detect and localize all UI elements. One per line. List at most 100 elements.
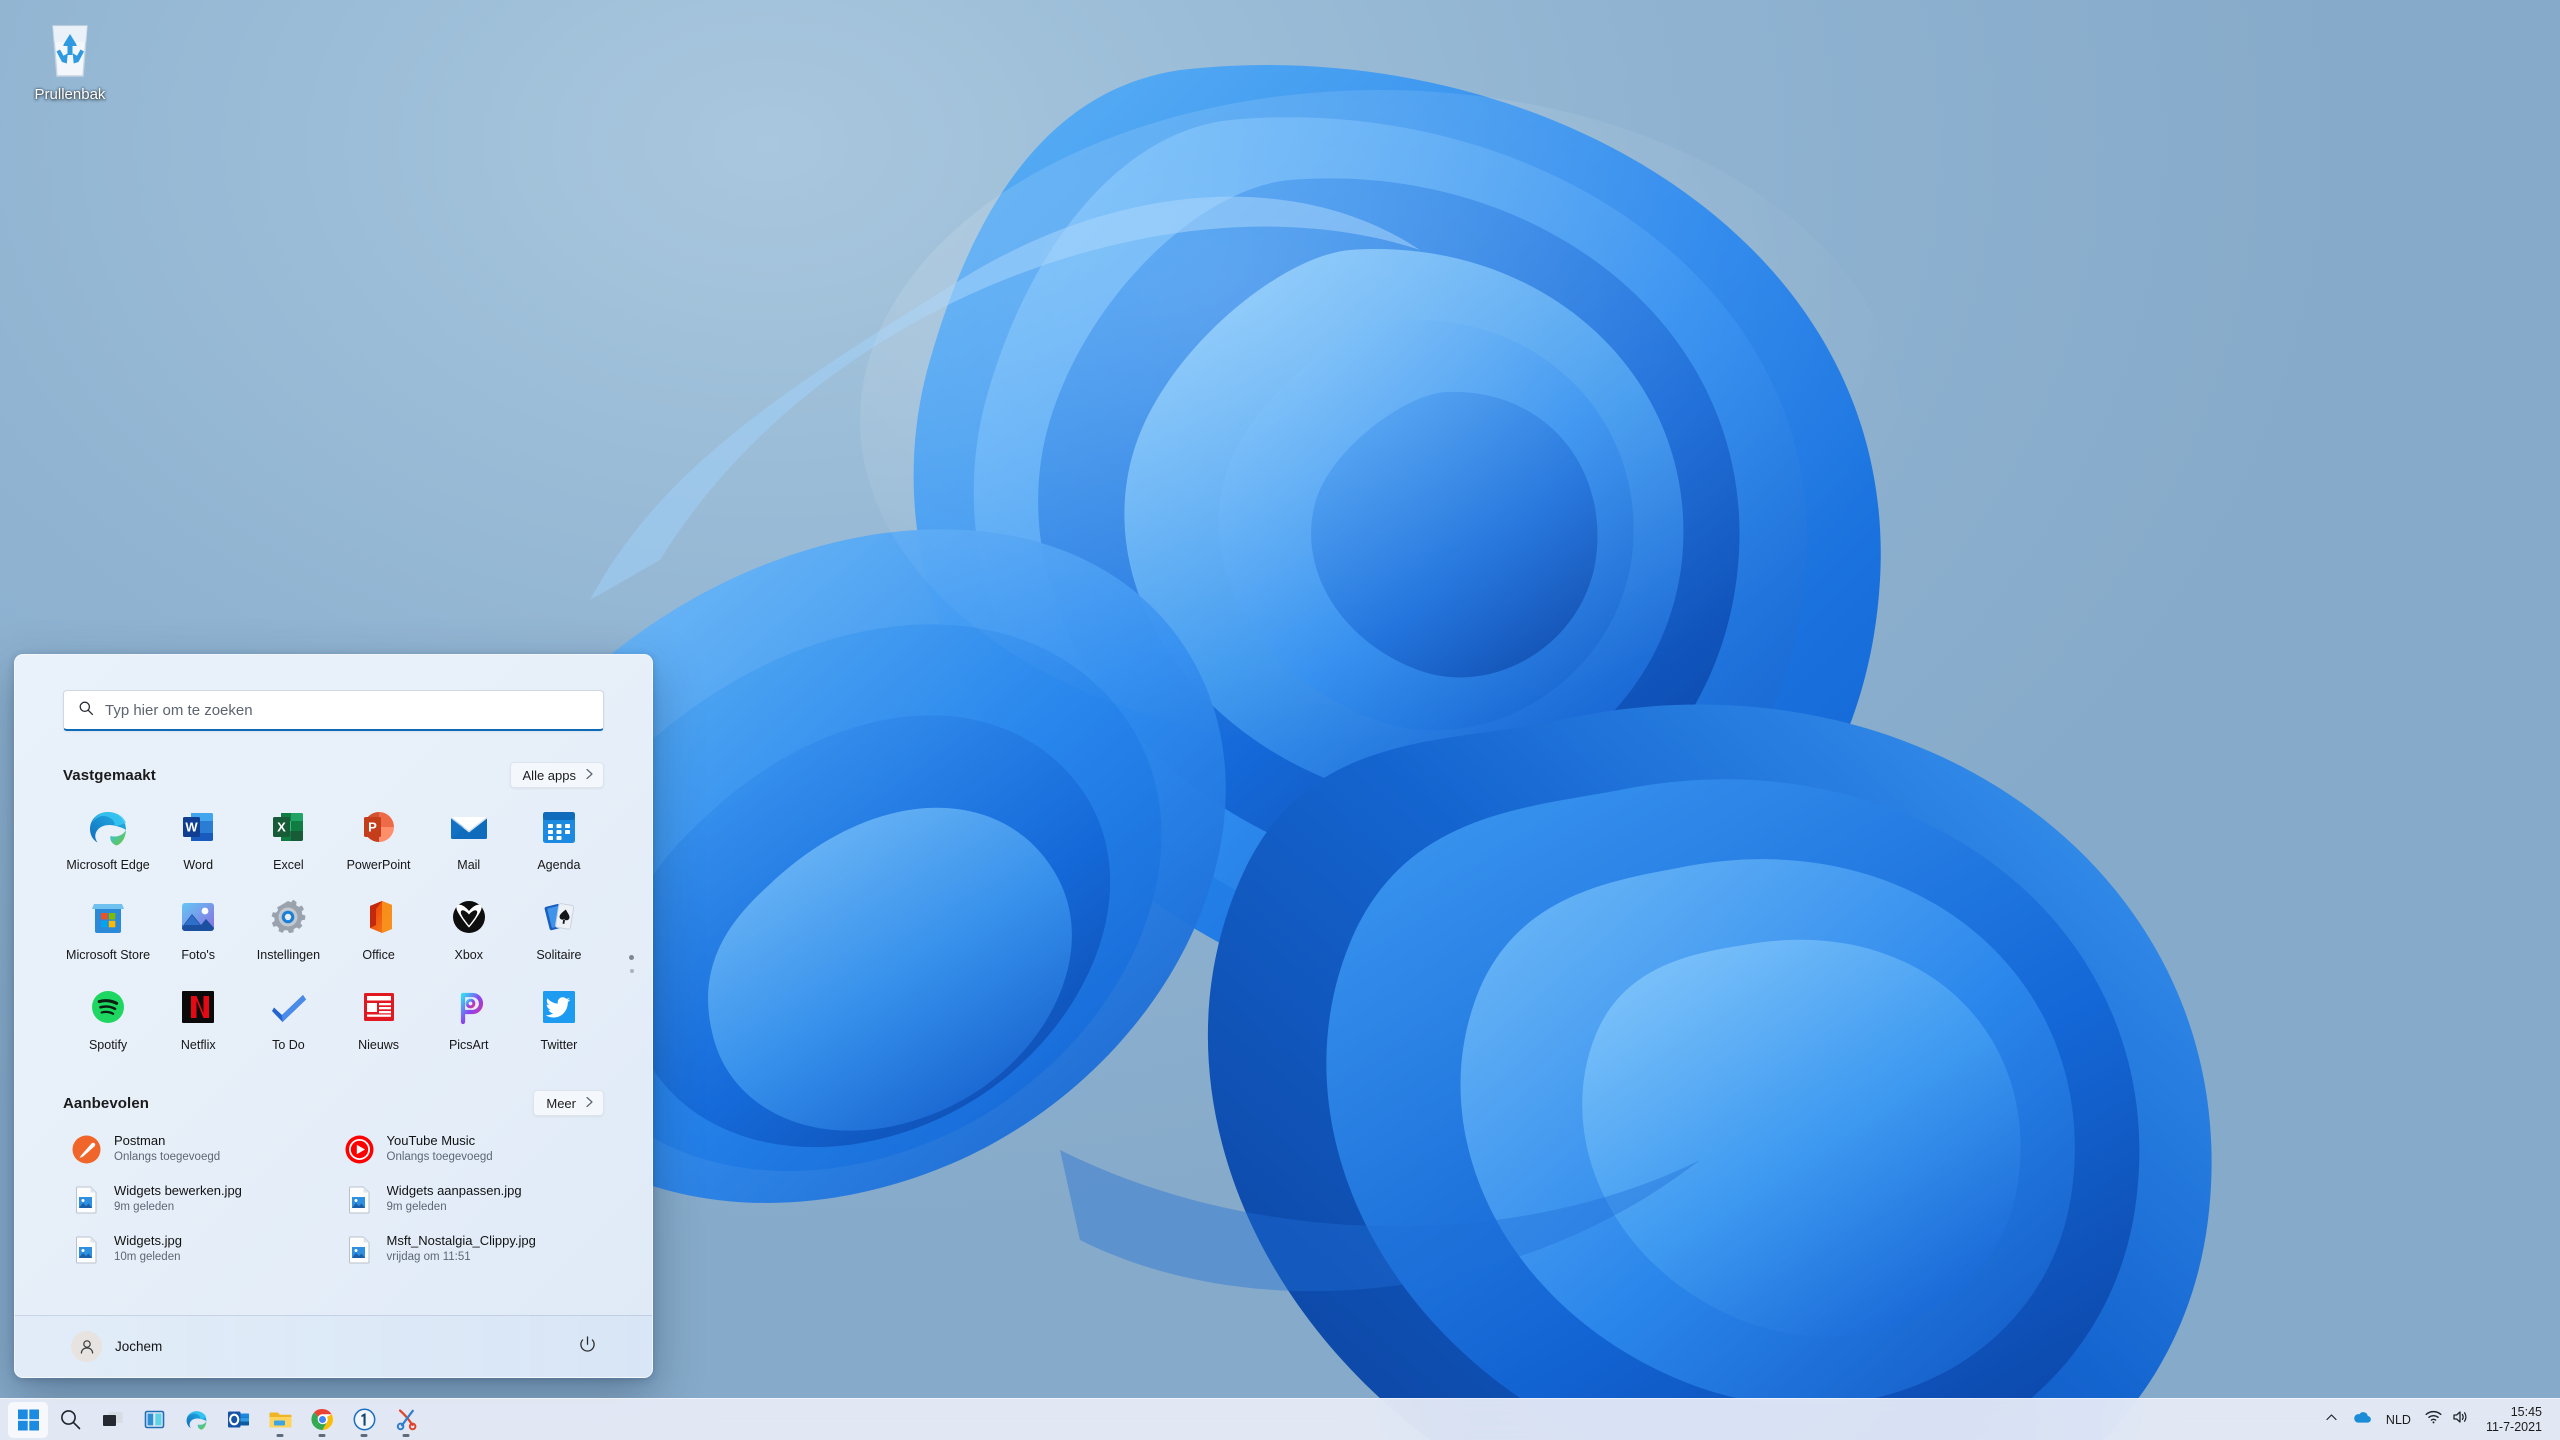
- file-explorer-icon: [268, 1407, 293, 1432]
- pinned-app-nieuws[interactable]: Nieuws: [333, 974, 423, 1060]
- svg-text:X: X: [278, 820, 287, 835]
- running-indicator: [319, 1434, 326, 1437]
- search-input-placeholder[interactable]: Typ hier om te zoeken: [105, 702, 253, 719]
- news-icon: [356, 984, 402, 1030]
- pinned-apps-grid: Microsoft Edge W Word: [63, 794, 604, 1060]
- power-button[interactable]: [570, 1330, 604, 1364]
- person-avatar-icon: [71, 1331, 102, 1362]
- page-dot-active[interactable]: [629, 955, 634, 960]
- start-search-area: Typ hier om te zoeken: [63, 655, 604, 731]
- speaker-icon: [2452, 1410, 2469, 1429]
- taskbar-chrome-button[interactable]: [302, 1402, 342, 1438]
- recommended-item-subtitle: 9m geleden: [387, 1200, 522, 1215]
- start-search-box[interactable]: Typ hier om te zoeken: [63, 690, 604, 731]
- start-menu-body: Typ hier om te zoeken Vastgemaakt Alle a…: [15, 655, 652, 1315]
- excel-icon: X: [265, 804, 311, 850]
- start-menu-panel: Typ hier om te zoeken Vastgemaakt Alle a…: [14, 654, 653, 1378]
- svg-text:P: P: [368, 820, 377, 835]
- pinned-app-microsoft-store[interactable]: Microsoft Store: [63, 884, 153, 970]
- recommended-item-subtitle: Onlangs toegevoegd: [387, 1150, 493, 1165]
- recommended-item-youtube-music[interactable]: YouTube Music Onlangs toegevoegd: [336, 1125, 605, 1173]
- chevron-right-icon: [585, 768, 594, 783]
- pinned-app-spotify[interactable]: Spotify: [63, 974, 153, 1060]
- postman-icon: [71, 1134, 102, 1165]
- settings-gear-icon: [265, 894, 311, 940]
- running-indicator: [403, 1434, 410, 1437]
- recommended-item-widgets[interactable]: Widgets.jpg 10m geleden: [63, 1225, 332, 1273]
- taskbar-file-explorer-button[interactable]: [260, 1402, 300, 1438]
- wifi-icon: [2425, 1410, 2442, 1429]
- pinned-page-indicator[interactable]: [629, 955, 634, 973]
- user-name-label: Jochem: [115, 1339, 162, 1354]
- pinned-app-powerpoint[interactable]: P PowerPoint: [333, 794, 423, 880]
- tray-onedrive-button[interactable]: [2345, 1402, 2379, 1438]
- pinned-app-microsoft-edge[interactable]: Microsoft Edge: [63, 794, 153, 880]
- pinned-app-to-do[interactable]: To Do: [243, 974, 333, 1060]
- recommended-item-postman[interactable]: Postman Onlangs toegevoegd: [63, 1125, 332, 1173]
- onepassword-icon: [352, 1407, 377, 1432]
- recommended-item-text: Msft_Nostalgia_Clippy.jpg vrijdag om 11:…: [387, 1233, 536, 1265]
- running-indicator: [361, 1434, 368, 1437]
- taskbar-task-view-button[interactable]: [92, 1402, 132, 1438]
- outlook-icon: [226, 1407, 251, 1432]
- clock-button[interactable]: 15:45 11-7-2021: [2476, 1405, 2548, 1435]
- taskbar-widgets-button[interactable]: [134, 1402, 174, 1438]
- search-icon: [58, 1407, 83, 1432]
- search-icon: [78, 700, 94, 721]
- todo-check-icon: [265, 984, 311, 1030]
- xbox-icon: [446, 894, 492, 940]
- tray-network-volume-button[interactable]: [2418, 1402, 2476, 1438]
- recommended-title: Aanbevolen: [63, 1095, 149, 1112]
- page-dot[interactable]: [630, 969, 634, 973]
- recommended-item-widgets-aanpassen[interactable]: Widgets aanpassen.jpg 9m geleden: [336, 1175, 605, 1223]
- recycle-bin-icon: [42, 18, 98, 80]
- pinned-app-excel[interactable]: X Excel: [243, 794, 333, 880]
- recommended-item-subtitle: vrijdag om 11:51: [387, 1250, 536, 1265]
- pinned-app-fotos[interactable]: Foto's: [153, 884, 243, 970]
- pinned-app-instellingen[interactable]: Instellingen: [243, 884, 333, 970]
- user-account-button[interactable]: Jochem: [63, 1325, 170, 1368]
- pinned-app-netflix[interactable]: Netflix: [153, 974, 243, 1060]
- clock-time: 15:45: [2486, 1405, 2542, 1420]
- desktop-icon-label: Prullenbak: [14, 86, 126, 104]
- recommended-item-title: Widgets aanpassen.jpg: [387, 1183, 522, 1199]
- recommended-item-subtitle: 9m geleden: [114, 1200, 242, 1215]
- power-icon: [578, 1335, 597, 1359]
- taskbar-edge-button[interactable]: [176, 1402, 216, 1438]
- taskbar-outlook-button[interactable]: [218, 1402, 258, 1438]
- pinned-app-mail[interactable]: Mail: [424, 794, 514, 880]
- pinned-app-agenda[interactable]: Agenda: [514, 794, 604, 880]
- edge-icon: [184, 1407, 209, 1432]
- pinned-app-picsart[interactable]: PicsArt: [424, 974, 514, 1060]
- pinned-app-office[interactable]: Office: [333, 884, 423, 970]
- pinned-app-word[interactable]: W Word: [153, 794, 243, 880]
- spotify-icon: [85, 984, 131, 1030]
- recommended-item-msft-nostalgia-clippy[interactable]: Msft_Nostalgia_Clippy.jpg vrijdag om 11:…: [336, 1225, 605, 1273]
- picsart-icon: [446, 984, 492, 1030]
- recommended-item-title: Postman: [114, 1133, 220, 1149]
- recommended-item-widgets-bewerken[interactable]: Widgets bewerken.jpg 9m geleden: [63, 1175, 332, 1223]
- pinned-app-label: Agenda: [537, 858, 580, 872]
- taskbar-start-button[interactable]: [8, 1402, 48, 1438]
- pinned-app-label: Microsoft Edge: [66, 858, 149, 872]
- pinned-app-twitter[interactable]: Twitter: [514, 974, 604, 1060]
- tray-language-button[interactable]: NLD: [2379, 1402, 2418, 1438]
- pinned-app-solitaire[interactable]: Solitaire: [514, 884, 604, 970]
- image-file-icon: [71, 1184, 102, 1215]
- recommended-item-title: YouTube Music: [387, 1133, 493, 1149]
- taskbar-1password-button[interactable]: [344, 1402, 384, 1438]
- taskbar-snipping-tool-button[interactable]: [386, 1402, 426, 1438]
- pinned-app-xbox[interactable]: Xbox: [424, 884, 514, 970]
- pinned-app-label: Mail: [457, 858, 480, 872]
- pinned-app-label: Instellingen: [257, 948, 320, 962]
- image-file-icon: [344, 1234, 375, 1265]
- language-indicator: NLD: [2386, 1413, 2411, 1427]
- more-button[interactable]: Meer: [533, 1090, 604, 1116]
- tray-overflow-button[interactable]: [2318, 1402, 2345, 1438]
- chevron-up-icon: [2325, 1411, 2338, 1429]
- taskbar-search-button[interactable]: [50, 1402, 90, 1438]
- all-apps-button[interactable]: Alle apps: [510, 762, 604, 788]
- netflix-icon: [175, 984, 221, 1030]
- desktop-icon-recycle-bin[interactable]: Prullenbak: [10, 10, 130, 112]
- pinned-app-label: Netflix: [181, 1038, 216, 1052]
